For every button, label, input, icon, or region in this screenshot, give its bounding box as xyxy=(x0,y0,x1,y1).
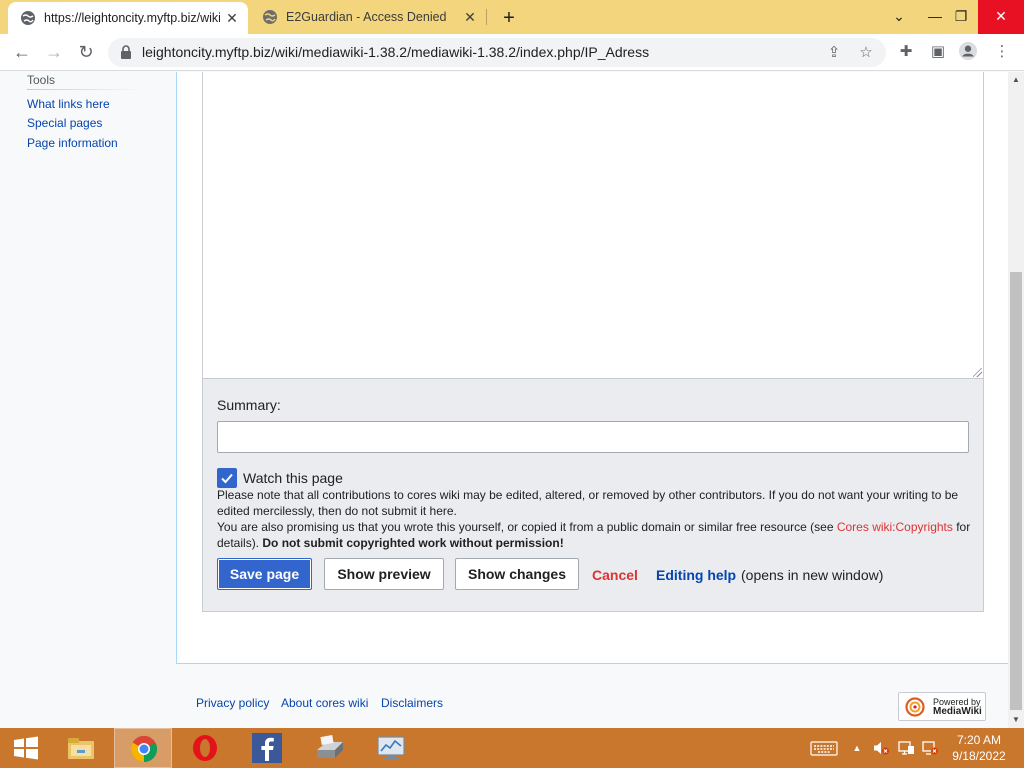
sidebar-link-what-links-here[interactable]: What links here xyxy=(27,97,110,111)
scanner-icon xyxy=(317,735,343,758)
clock-time: 7:20 AM xyxy=(956,733,1002,747)
summary-label: Summary: xyxy=(217,397,281,413)
editing-help-note: (opens in new window) xyxy=(741,567,884,583)
scroll-down-icon[interactable]: ▼ xyxy=(1008,712,1024,728)
facebook-icon xyxy=(252,733,282,763)
taskbar: ▲ 7:20 AM 9/18/2022 xyxy=(0,728,1024,768)
restore-icon[interactable]: ❐ xyxy=(944,0,978,34)
bookmark-star-icon[interactable]: ☆ xyxy=(856,43,876,63)
taskbar-facebook[interactable] xyxy=(238,728,296,768)
mediawiki-flower-icon xyxy=(905,697,925,717)
copyrights-link[interactable]: Cores wiki:Copyrights xyxy=(837,520,953,534)
close-tab-icon[interactable]: ✕ xyxy=(224,10,240,26)
action-center-icon[interactable] xyxy=(897,740,915,756)
page-scrollbar[interactable]: ▲ ▼ xyxy=(1008,72,1024,728)
show-changes-button[interactable]: Show changes xyxy=(455,558,579,590)
scrollbar-thumb[interactable] xyxy=(1010,272,1022,710)
lock-icon xyxy=(121,45,131,59)
cancel-link[interactable]: Cancel xyxy=(592,567,638,583)
network-disconnected-icon[interactable] xyxy=(921,740,939,756)
edit-textarea[interactable] xyxy=(202,72,984,379)
taskbar-opera[interactable] xyxy=(176,728,234,768)
tab-title: https://leightoncity.myftp.biz/wiki xyxy=(44,11,220,25)
tab-search-icon[interactable]: ⌄ xyxy=(882,0,916,34)
checkmark-icon xyxy=(221,473,233,484)
chrome-icon xyxy=(130,735,158,763)
sidebar-tools-heading: Tools xyxy=(27,73,56,87)
sidebar-link-page-information[interactable]: Page information xyxy=(27,136,118,150)
save-page-button[interactable]: Save page xyxy=(217,558,312,590)
tab-leightoncity[interactable]: https://leightoncity.myftp.biz/wiki ✕ xyxy=(8,2,248,34)
new-tab-icon[interactable]: + xyxy=(498,7,520,29)
monitor-chart-icon xyxy=(377,736,405,760)
taskbar-file-explorer[interactable] xyxy=(52,728,110,768)
menu-kebab-icon[interactable]: ⋮ xyxy=(992,42,1012,62)
footer-link-about[interactable]: About cores wiki xyxy=(281,696,368,710)
edit-options-panel: Summary: Watch this page Please note tha… xyxy=(202,378,984,612)
address-bar[interactable]: leightoncity.myftp.biz/wiki/mediawiki-1.… xyxy=(108,38,886,67)
folder-icon xyxy=(68,738,94,759)
system-clock[interactable]: 7:20 AM 9/18/2022 xyxy=(946,732,1012,764)
side-panel-icon[interactable]: ▣ xyxy=(928,42,948,62)
copyright-warning: Do not submit copyrighted work without p… xyxy=(262,536,564,550)
copyright-notice-text: You are also promising us that you wrote… xyxy=(217,520,837,534)
browser-toolbar: ← → ↻ leightoncity.myftp.biz/wiki/mediaw… xyxy=(0,34,1024,71)
globe-icon xyxy=(21,11,35,25)
forward-arrow-icon[interactable]: → xyxy=(42,40,66,64)
show-preview-button[interactable]: Show preview xyxy=(324,558,444,590)
volume-muted-icon[interactable] xyxy=(872,740,890,756)
content-area: Summary: Watch this page Please note tha… xyxy=(176,72,1008,664)
watch-page-checkbox[interactable] xyxy=(217,468,237,488)
extensions-icon[interactable]: ✚ xyxy=(896,42,916,62)
globe-icon xyxy=(263,10,277,24)
taskbar-network-monitor[interactable] xyxy=(362,728,420,768)
footer-link-privacy-policy[interactable]: Privacy policy xyxy=(196,696,269,710)
mediawiki-text: MediaWiki xyxy=(933,706,982,717)
share-icon[interactable]: ⇪ xyxy=(824,43,844,63)
close-tab-icon[interactable]: ✕ xyxy=(462,9,478,25)
scroll-up-icon[interactable]: ▲ xyxy=(1008,72,1024,88)
contribution-notice: Please note that all contributions to co… xyxy=(217,488,959,518)
editing-help-link[interactable]: Editing help xyxy=(656,567,736,583)
taskbar-chrome[interactable] xyxy=(114,728,172,768)
tab-separator xyxy=(486,9,487,25)
back-arrow-icon[interactable]: ← xyxy=(10,40,34,64)
footer-link-disclaimers[interactable]: Disclaimers xyxy=(381,696,443,710)
tab-title: E2Guardian - Access Denied xyxy=(286,10,447,24)
copyright-notice: You are also promising us that you wrote… xyxy=(217,519,973,551)
resize-handle-icon[interactable] xyxy=(973,368,982,377)
reload-icon[interactable]: ↻ xyxy=(74,40,98,64)
opera-icon xyxy=(193,735,217,761)
keyboard-icon[interactable] xyxy=(810,740,838,756)
powered-by-mediawiki-badge[interactable]: Powered by MediaWiki xyxy=(898,692,986,721)
tab-strip: https://leightoncity.myftp.biz/wiki ✕ E2… xyxy=(0,0,1024,34)
taskbar-scanner[interactable] xyxy=(300,728,358,768)
summary-input[interactable] xyxy=(217,421,969,453)
tab-e2guardian[interactable]: E2Guardian - Access Denied ✕ xyxy=(250,0,486,34)
windows-start-icon[interactable] xyxy=(6,732,46,764)
url-text[interactable]: leightoncity.myftp.biz/wiki/mediawiki-1.… xyxy=(142,44,649,60)
watch-page-label[interactable]: Watch this page xyxy=(243,470,343,486)
clock-date: 9/18/2022 xyxy=(952,749,1006,763)
sidebar-divider xyxy=(27,89,145,90)
show-hidden-icons-icon[interactable]: ▲ xyxy=(850,740,864,756)
profile-avatar-icon[interactable] xyxy=(958,41,978,61)
page-viewport: Tools What links here Special pages Page… xyxy=(0,72,1008,728)
close-window-icon[interactable]: ✕ xyxy=(978,0,1024,34)
sidebar-link-special-pages[interactable]: Special pages xyxy=(27,116,102,130)
